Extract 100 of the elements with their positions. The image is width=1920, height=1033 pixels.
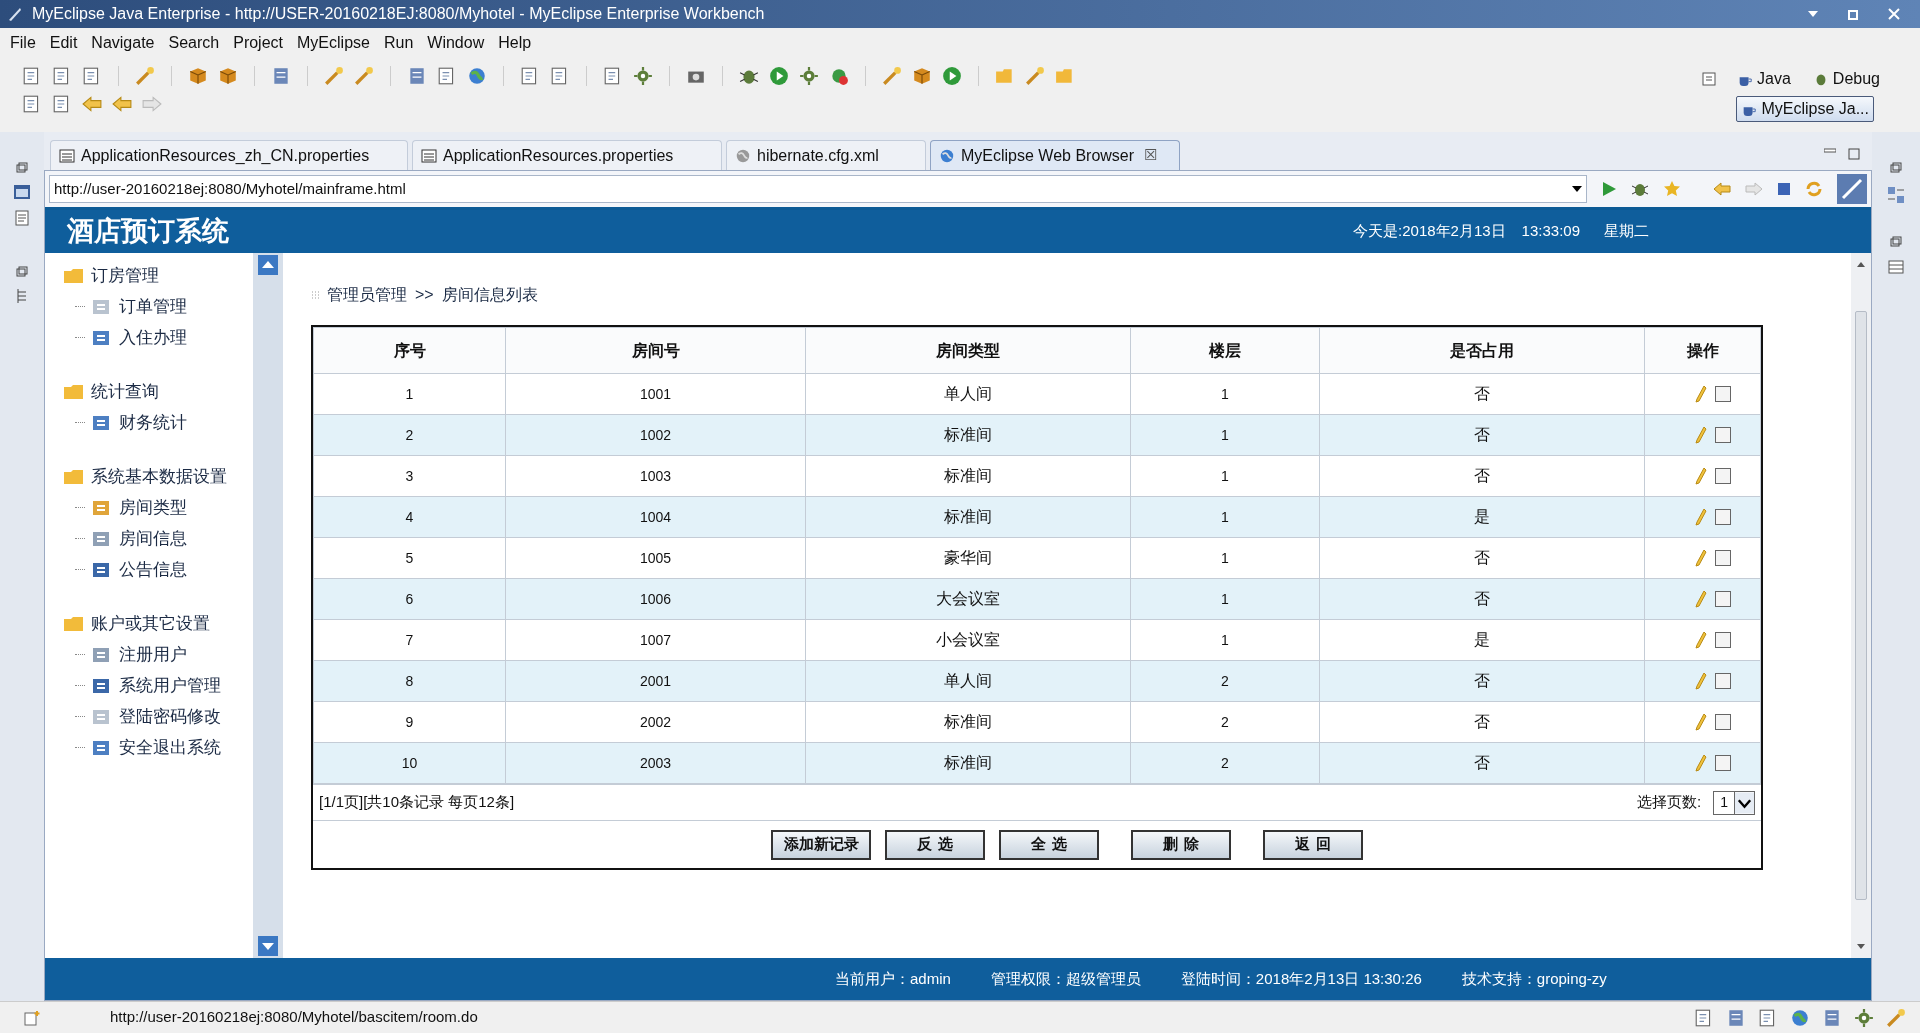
menu-item[interactable]: MyEclipse [291,31,376,55]
menu-item[interactable]: Edit [43,31,84,55]
close-tab-button[interactable]: ☒ [1144,144,1158,167]
address-field[interactable]: http://user-20160218ej:8080/Myhotel/mainframe.html [49,175,1587,203]
menu-item[interactable]: Run [377,31,420,55]
minimize-icon[interactable] [1806,9,1820,19]
play-icon[interactable] [942,66,962,86]
table-icon[interactable] [1888,260,1904,274]
page-select[interactable]: 1 [1713,790,1755,815]
menu-item[interactable]: Project [227,31,289,55]
caret-icon[interactable] [1734,791,1754,814]
editor-tab[interactable]: ApplicationResources.properties [412,140,722,170]
perspective-button[interactable]: Debug [1808,66,1884,92]
menu-item[interactable]: Navigate [85,31,161,55]
pencil-icon[interactable] [1694,754,1707,772]
star-icon[interactable] [1663,180,1681,198]
sidebar-item[interactable]: 订单管理 [119,293,187,320]
gear-icon[interactable] [799,66,819,86]
wand-icon[interactable] [354,66,374,86]
row-checkbox[interactable] [1714,509,1731,525]
gear-icon[interactable] [633,66,653,86]
form-button[interactable]: 删 除 [1131,829,1231,860]
sidebar-item[interactable]: 安全退出系统 [119,734,221,761]
form-button[interactable]: 反 选 [885,829,985,860]
row-checkbox[interactable] [1714,386,1731,402]
scrollbar-thumb[interactable] [1855,311,1867,900]
window-icon[interactable] [13,184,31,200]
globe-icon[interactable] [467,66,487,86]
restore-icon[interactable] [1890,236,1902,248]
scroll-up-icon[interactable] [258,255,278,275]
close-icon[interactable] [1888,8,1900,20]
sidebar-item[interactable]: 入住办理 [119,324,187,351]
row-checkbox[interactable] [1714,632,1731,648]
play-icon[interactable] [769,66,789,86]
wand-icon[interactable] [324,66,344,86]
sidebar-item[interactable]: 登陆密码修改 [119,703,221,730]
pencil-icon[interactable] [1694,672,1707,690]
perspective-button[interactable]: MyEclipse Ja... [1736,96,1874,122]
pencil-icon[interactable] [1694,426,1707,444]
cube-icon[interactable] [218,66,238,86]
sidebar-item[interactable]: 房间信息 [119,525,187,552]
restore-icon[interactable] [16,266,28,278]
cube-icon[interactable] [188,66,208,86]
grid-icon[interactable] [1887,186,1905,204]
menu-item[interactable]: File [4,31,42,55]
form-button[interactable]: 全 选 [999,829,1099,860]
editor-tab[interactable]: ApplicationResources_zh_CN.properties [50,140,408,170]
form-button[interactable]: 返 回 [1263,829,1363,860]
pencil-icon[interactable] [1694,385,1707,403]
pencil-icon[interactable] [1694,631,1707,649]
perspective-button[interactable]: Java [1733,66,1795,92]
restore-icon[interactable] [1848,8,1860,20]
wand-icon[interactable] [135,66,155,86]
gear-icon[interactable] [1854,1007,1874,1028]
editor-tab[interactable]: hibernate.cfg.xml [726,140,926,170]
sidebar-group[interactable]: 统计查询 [91,379,159,405]
sidebar-group[interactable]: 账户或其它设置 [91,611,210,637]
arrow-left-icon[interactable] [82,94,102,114]
globe-icon[interactable] [1790,1007,1810,1028]
caret-icon[interactable] [1572,185,1582,193]
maximize-icon[interactable] [1848,148,1860,160]
restore-icon[interactable] [1890,162,1902,174]
pencil-icon[interactable] [1694,549,1707,567]
minimize-icon[interactable] [1824,148,1836,154]
menu-item[interactable]: Help [492,31,538,55]
sidebar-group[interactable]: 系统基本数据设置 [91,464,227,490]
outline-icon[interactable] [16,288,28,304]
form-button[interactable]: 添加新记录 [771,829,871,860]
pencil-icon[interactable] [1694,713,1707,731]
sidebar-item[interactable]: 注册用户 [119,641,187,668]
new-item-icon[interactable] [24,1009,40,1026]
editor-tab[interactable]: MyEclipse Web Browser ☒ [930,140,1180,170]
menu-item[interactable]: Window [421,31,491,55]
row-checkbox[interactable] [1714,550,1731,566]
scroll-down-icon[interactable] [258,936,278,956]
wand-icon[interactable] [1025,66,1045,86]
row-checkbox[interactable] [1714,468,1731,484]
row-checkbox[interactable] [1714,591,1731,607]
sidebar-group[interactable]: 订房管理 [91,263,159,289]
sidebar-item[interactable]: 系统用户管理 [119,672,221,699]
restore-icon[interactable] [16,162,28,174]
sidebar-item[interactable]: 财务统计 [119,409,187,436]
pencil-icon[interactable] [1694,467,1707,485]
play-icon[interactable] [1601,181,1617,197]
row-checkbox[interactable] [1714,755,1731,771]
scrollbar[interactable] [1851,253,1871,958]
wand-icon[interactable] [882,66,902,86]
arrow-left-icon[interactable] [112,94,132,114]
row-checkbox[interactable] [1714,714,1731,730]
menu-item[interactable]: Search [162,31,226,55]
sidebar-item[interactable]: 公告信息 [119,556,187,583]
wand-icon[interactable] [1886,1007,1906,1028]
arrow-left-icon[interactable] [1713,182,1731,196]
sidebar-item[interactable]: 房间类型 [119,494,187,521]
cube-icon[interactable] [912,66,932,86]
row-checkbox[interactable] [1714,673,1731,689]
pencil-icon[interactable] [1694,508,1707,526]
pencil-icon[interactable] [1694,590,1707,608]
document-icon[interactable] [15,210,29,226]
row-checkbox[interactable] [1714,427,1731,443]
